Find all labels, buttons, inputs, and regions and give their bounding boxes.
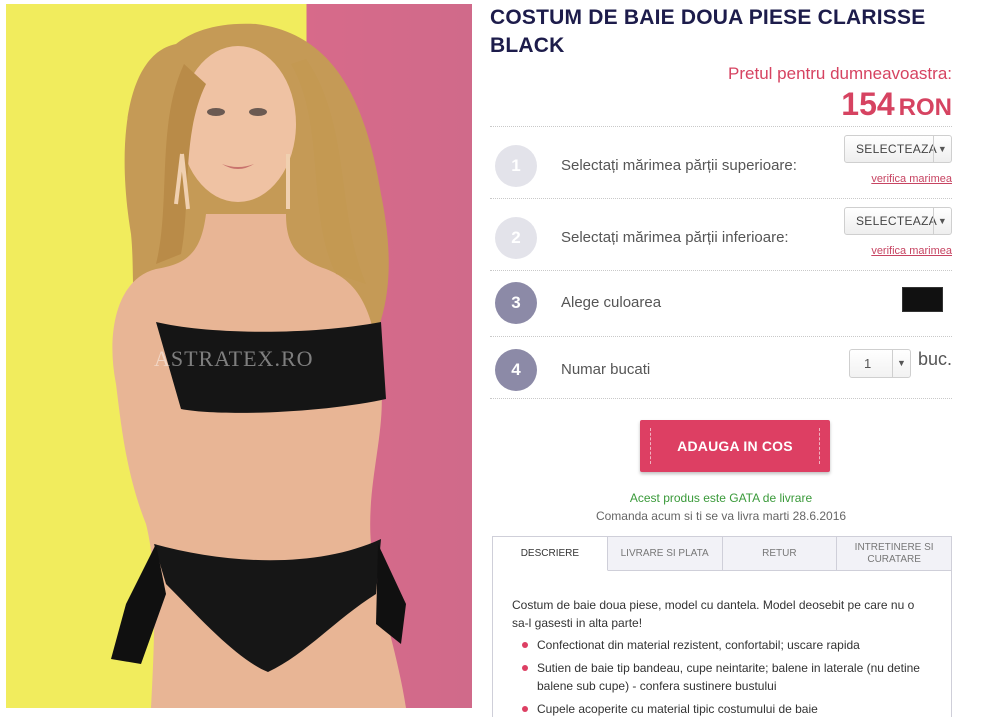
size-guide-link-top[interactable]: verifica marimea bbox=[871, 173, 952, 185]
option-bottom-size: 2 Selectați mărimea părții inferioare: S… bbox=[490, 198, 952, 270]
tab-delivery-payment[interactable]: LIVRARE SI PLATA bbox=[607, 537, 723, 571]
options-list: 1 Selectați mărimea părții superioare: S… bbox=[490, 126, 952, 399]
product-image[interactable]: ASTRATEX.RO bbox=[6, 4, 472, 708]
product-info-tabs: DESCRIERE LIVRARE SI PLATA RETUR INTRETI… bbox=[492, 536, 952, 717]
size-guide-link-bottom[interactable]: verifica marimea bbox=[871, 245, 952, 257]
feature-list: Confectionat din material rezistent, con… bbox=[512, 636, 932, 717]
quantity-value: 1 bbox=[864, 356, 872, 371]
add-to-cart-button[interactable]: ADAUGA IN COS bbox=[640, 420, 830, 472]
tab-description[interactable]: DESCRIERE bbox=[493, 537, 608, 571]
image-watermark: ASTRATEX.RO bbox=[154, 346, 314, 371]
color-swatch-black[interactable] bbox=[902, 287, 943, 312]
description-intro: Costum de baie doua piese, model cu dant… bbox=[512, 598, 915, 630]
product-details-panel: COSTUM DE BAIE DOUA PIESE CLARISSE BLACK… bbox=[490, 0, 952, 717]
quantity-unit: buc. bbox=[917, 349, 952, 369]
chevron-down-icon: ▼ bbox=[933, 208, 951, 234]
option-label: Alege culoarea bbox=[561, 294, 662, 311]
stock-status: Acest produs este GATA de livrare bbox=[629, 491, 813, 505]
price: 154 RON bbox=[490, 86, 952, 123]
step-number: 4 bbox=[495, 349, 537, 391]
step-number: 3 bbox=[495, 282, 537, 324]
step-number: 1 bbox=[495, 145, 537, 187]
step-number: 2 bbox=[495, 217, 537, 259]
add-to-cart-label: ADAUGA IN COS bbox=[677, 438, 793, 454]
quantity-select[interactable]: 1 ▼ bbox=[849, 349, 911, 378]
tab-panel-description: Costum de baie doua piese, model cu dant… bbox=[493, 571, 951, 717]
price-label: Pretul pentru dumneavoastra: bbox=[728, 64, 952, 83]
list-item: Confectionat din material rezistent, con… bbox=[512, 636, 932, 654]
product-title: COSTUM DE BAIE DOUA PIESE CLARISSE BLACK bbox=[490, 6, 926, 57]
delivery-info: Comanda acum si ti se va livra marti 28.… bbox=[595, 509, 847, 523]
option-quantity: 4 Numar bucati 1 ▼ buc. bbox=[490, 336, 952, 399]
tab-returns[interactable]: RETUR bbox=[722, 537, 838, 571]
option-label: Numar bucati bbox=[561, 361, 651, 378]
tab-bar: DESCRIERE LIVRARE SI PLATA RETUR INTRETI… bbox=[493, 537, 951, 571]
list-item: Cupele acoperite cu material tipic costu… bbox=[512, 700, 932, 717]
option-label: Selectați mărimea părții superioare: bbox=[561, 157, 797, 174]
button-decoration bbox=[650, 428, 651, 464]
button-decoration bbox=[819, 428, 820, 464]
select-value: SELECTEAZA bbox=[856, 214, 938, 228]
select-value: SELECTEAZA bbox=[856, 142, 938, 156]
option-label: Selectați mărimea părții inferioare: bbox=[561, 229, 789, 246]
price-amount: 154 bbox=[841, 86, 895, 122]
price-currency: RON bbox=[898, 94, 952, 121]
chevron-down-icon: ▼ bbox=[933, 136, 951, 162]
chevron-down-icon: ▼ bbox=[892, 350, 910, 377]
tab-care[interactable]: INTRETINERE SI CURATARE bbox=[837, 537, 951, 571]
option-top-size: 1 Selectați mărimea părții superioare: S… bbox=[490, 126, 952, 198]
option-color: 3 Alege culoarea bbox=[490, 270, 952, 336]
bottom-size-select[interactable]: SELECTEAZA ▼ bbox=[844, 207, 952, 235]
top-size-select[interactable]: SELECTEAZA ▼ bbox=[844, 135, 952, 163]
list-item: Sutien de baie tip bandeau, cupe neintar… bbox=[512, 659, 932, 695]
